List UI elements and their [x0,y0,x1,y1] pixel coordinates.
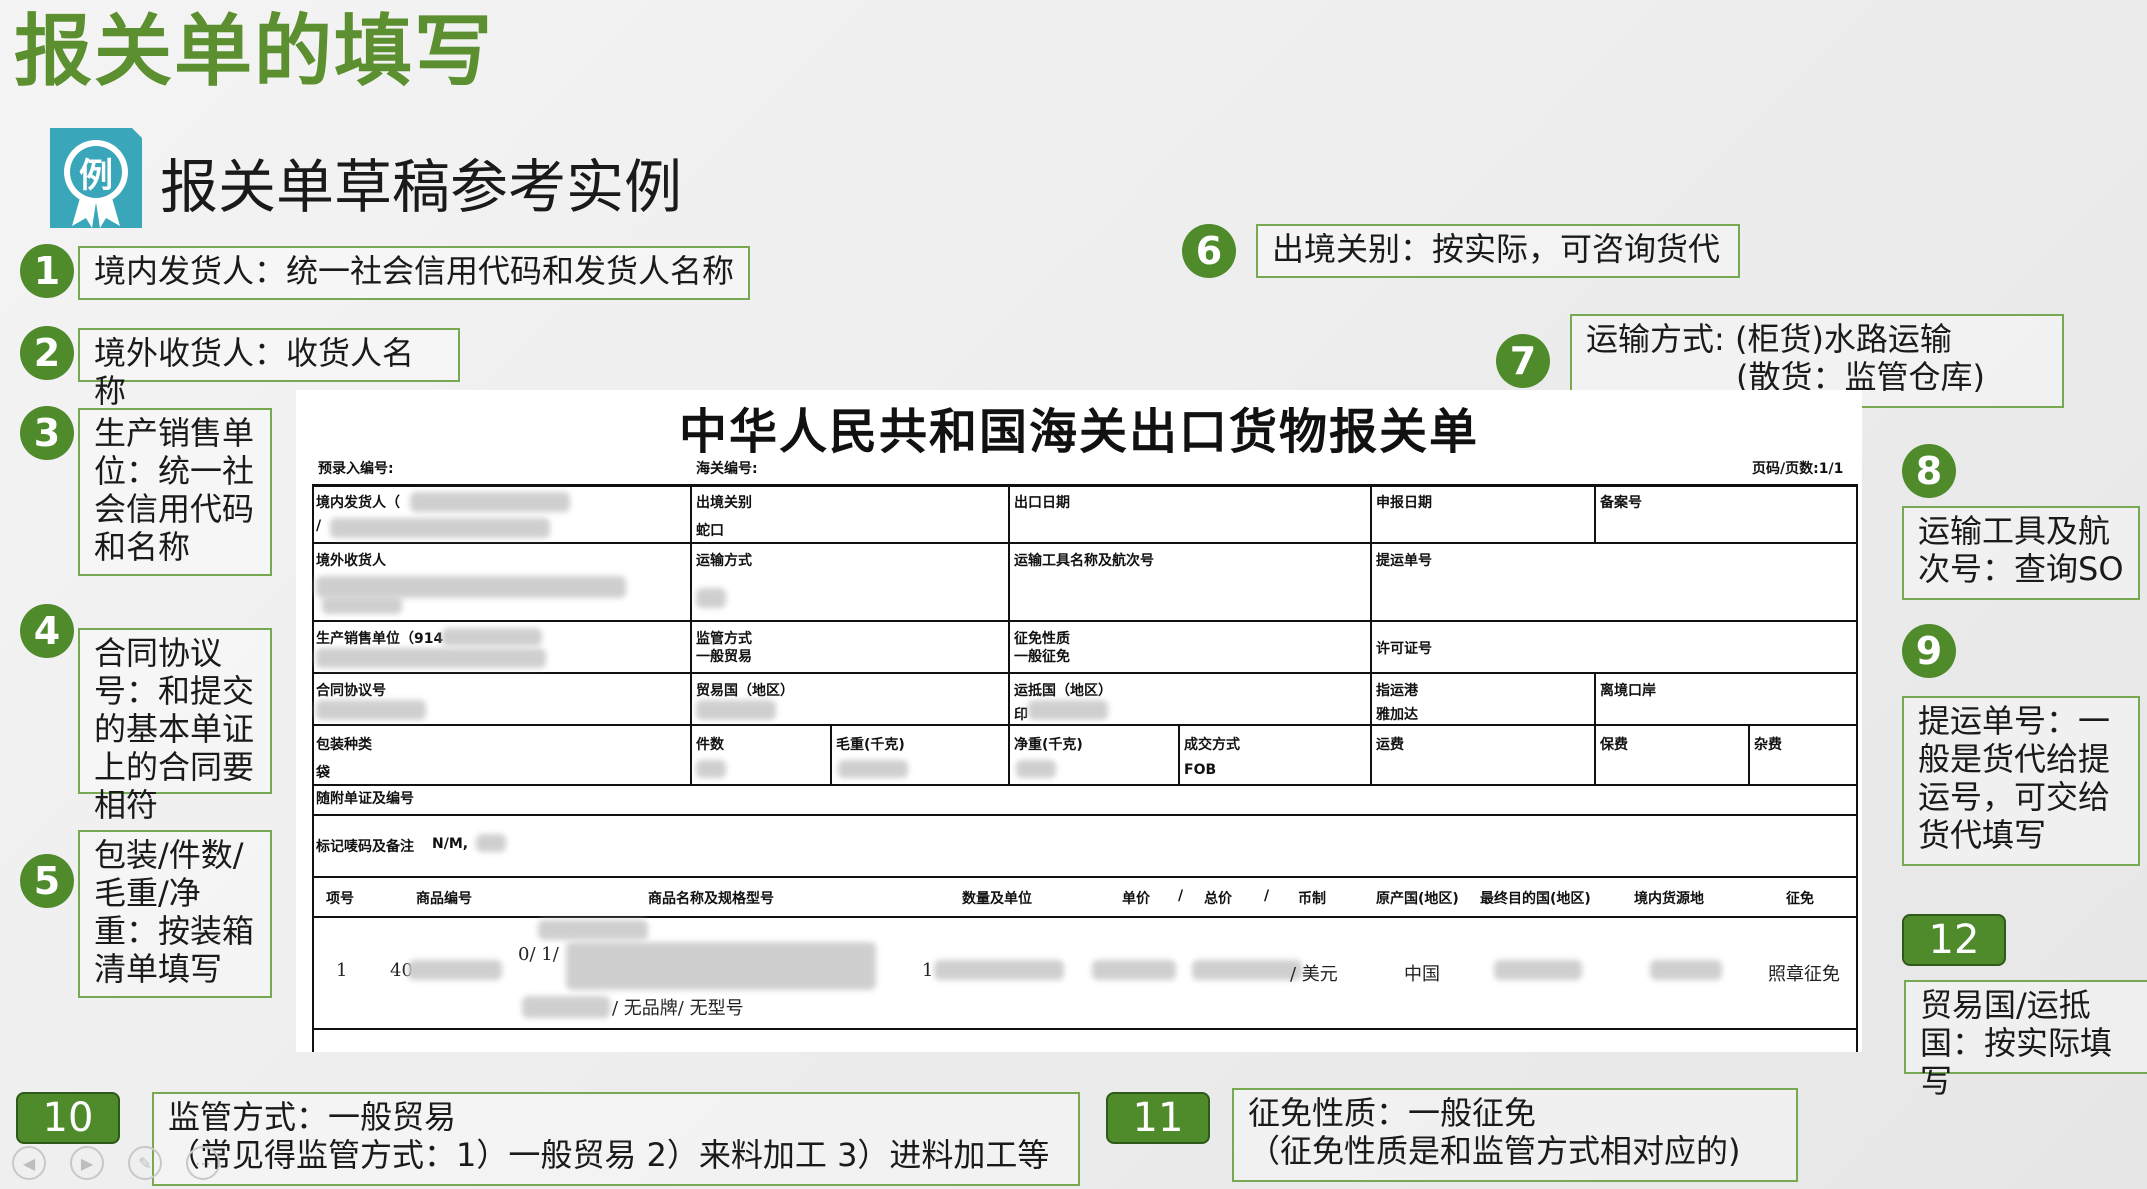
goods-row-currency: / 美元 [1290,964,1338,985]
label-exit-port: 离境口岸 [1600,683,1656,699]
value-deal: FOB [1184,762,1217,778]
badge-7: 7 [1496,334,1550,388]
note-supervision-line1: 监管方式：一般贸易 [168,1098,457,1136]
badge-2: 2 [20,326,74,380]
goods-header-qty: 数量及单位 [962,891,1032,907]
goods-header-duty: 征免 [1786,891,1814,907]
badge-4: 4 [20,604,74,658]
badge-8: 8 [1902,444,1956,498]
goods-row-name: 0/ 1/ [518,944,559,965]
label-bl-no: 提运单号 [1376,553,1432,569]
label-misc: 杂费 [1754,737,1782,753]
value-exit-customs: 蛇口 [696,523,724,539]
label-insurance: 保费 [1600,737,1628,753]
label-marks: 标记唛码及备注 [316,839,414,855]
value-dest-port: 雅加达 [1376,707,1418,723]
value-exemption: 一般征免 [1014,649,1070,665]
next-slide-icon[interactable]: ▶ [70,1146,104,1180]
goods-row-no: 1 [336,960,348,981]
goods-header-code: 商品编号 [416,891,472,907]
example-ribbon-icon: 例 [50,128,142,228]
goods-row-duty: 照章征免 [1768,964,1840,985]
goods-row-qty: 1 [922,960,934,981]
note-producer: 生产销售单位：统一社会信用代码和名称 [78,408,272,576]
note-supervision: 监管方式：一般贸易 （常见得监管方式：1）一般贸易 2）来料加工 3）进料加工等 [152,1092,1080,1186]
value-dest-country: 印 [1014,707,1028,723]
goods-header-sep2: / [1264,888,1270,904]
label-contract: 合同协议号 [316,683,386,699]
note-transport-line1: 运输方式: (柜货)水路运输 [1586,320,1952,358]
label-exit-customs: 出境关别 [696,495,752,511]
pre-entry-no: 预录入编号: [318,461,394,477]
note-shipper: 境内发货人：统一社会信用代码和发货人名称 [78,246,750,300]
label-producer: 生产销售单位（914 [316,631,444,647]
note-exemption-line2: （征免性质是和监管方式相对应的) [1248,1132,1741,1170]
note-exemption-line1: 征免性质：一般征免 [1248,1094,1537,1132]
label-deal: 成交方式 [1184,737,1240,753]
label-trade-country: 贸易国（地区） [696,683,794,699]
note-trade-country: 贸易国/运抵国：按实际填写 [1904,980,2147,1100]
label-transport-mode: 运输方式 [696,553,752,569]
customs-no: 海关编号: [696,461,758,477]
goods-header-origin: 原产国(地区) [1376,891,1459,907]
slide-subtitle: 报关单草稿参考实例 [160,153,683,221]
note-vessel: 运输工具及航次号：查询SO [1902,506,2140,600]
goods-row-brand: / 无品牌/ 无型号 [612,998,744,1019]
label-gross: 毛重(千克) [836,737,905,753]
label-supervision: 监管方式 [696,631,752,647]
page-count: 页码/页数:1/1 [1752,461,1844,477]
label-dest-country: 运抵国（地区） [1014,683,1112,699]
badge-10: 10 [16,1092,120,1144]
badge-9: 9 [1902,624,1956,678]
value-pack-type: 袋 [316,765,330,781]
goods-header-source: 境内货源地 [1634,891,1704,907]
label-export-date: 出口日期 [1014,495,1070,511]
note-contract: 合同协议号：和提交的基本单证上的合同要相符 [78,628,272,824]
note-exit-customs: 出境关别：按实际，可咨询货代 [1256,224,1740,278]
badge-5: 5 [20,854,74,908]
label-vessel: 运输工具名称及航次号 [1014,553,1154,569]
label-consignee: 境外收货人 [316,553,386,569]
label-dest-port: 指运港 [1376,683,1418,699]
label-pack-type: 包装种类 [316,737,372,753]
note-packing: 包装/件数/毛重/净重：按装箱清单填写 [78,830,272,998]
note-supervision-line2: （常见得监管方式：1）一般贸易 2）来料加工 3）进料加工等 [168,1136,1050,1174]
goods-header-total: 总价 [1204,891,1232,907]
label-record-no: 备案号 [1600,495,1642,511]
label-declare-date: 申报日期 [1376,495,1432,511]
goods-header-name: 商品名称及规格型号 [648,891,774,907]
example-badge-text: 例 [79,156,113,196]
note-exemption: 征免性质：一般征免 （征免性质是和监管方式相对应的) [1232,1088,1798,1182]
goods-header-no: 项号 [326,891,354,907]
goods-header-currency: 币制 [1298,891,1326,907]
menu-icon[interactable]: ⋯ [186,1146,220,1180]
goods-header-sep1: / [1178,888,1184,904]
badge-6: 6 [1182,224,1236,278]
label-license: 许可证号 [1376,641,1432,657]
value-shipper-slash: / [316,518,322,534]
label-exemption: 征免性质 [1014,631,1070,647]
note-consignee: 境外收货人：收货人名称 [78,328,460,410]
label-pieces: 件数 [696,737,724,753]
pen-tool-icon[interactable]: ✎ [128,1146,162,1180]
form-grid: 境内发货人（ / 出境关别 蛇口 出口日期 申报日期 备案号 境外收货人 运输方… [312,484,1858,1052]
label-shipper: 境内发货人（ [316,495,400,511]
label-net: 净重(千克) [1014,737,1083,753]
goods-header-unit-price: 单价 [1122,891,1150,907]
label-freight: 运费 [1376,737,1404,753]
slide-title: 报关单的填写 [14,7,495,97]
value-supervision: 一般贸易 [696,649,752,665]
badge-1: 1 [20,244,74,298]
badge-3: 3 [20,406,74,460]
customs-form: 中华人民共和国海关出口货物报关单 预录入编号: 海关编号: 页码/页数:1/1 … [296,390,1862,1052]
form-title: 中华人民共和国海关出口货物报关单 [678,404,1479,460]
value-marks: N/M, [432,836,469,852]
badge-11: 11 [1106,1092,1210,1144]
badge-12: 12 [1902,914,2006,966]
goods-row-origin: 中国 [1404,964,1440,985]
prev-slide-icon[interactable]: ◀ [12,1146,46,1180]
goods-header-final-dest: 最终目的国(地区) [1480,891,1591,907]
label-attached: 随附单证及编号 [316,791,414,807]
note-bl-no: 提运单号：一般是货代给提运号，可交给货代填写 [1902,696,2140,866]
